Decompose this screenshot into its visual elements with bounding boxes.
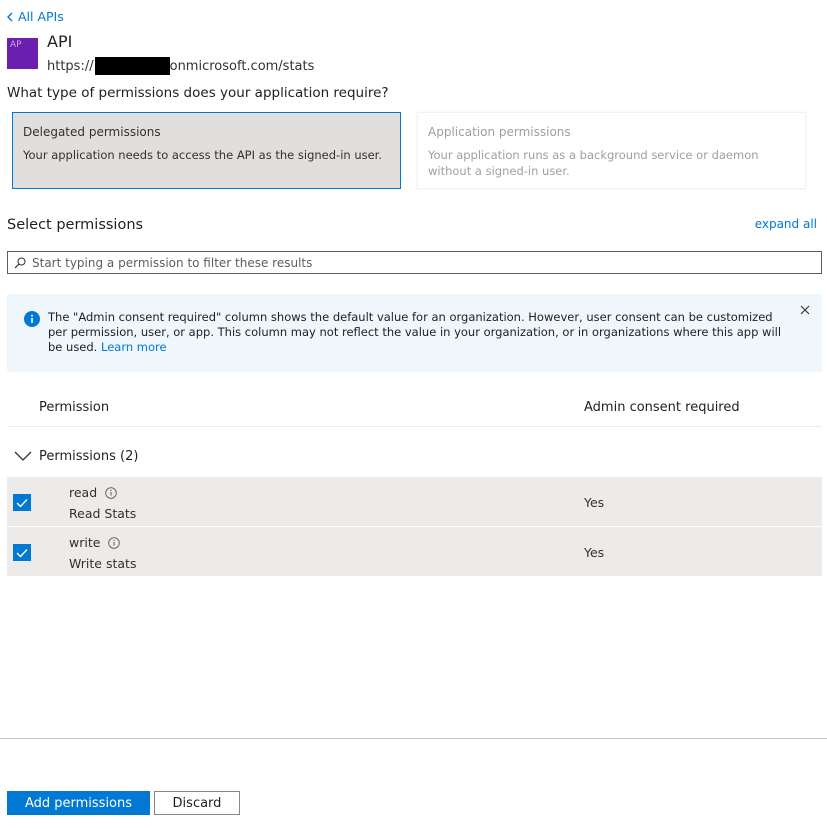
back-link-label: All APIs bbox=[18, 9, 64, 24]
api-url-prefix: https:// bbox=[47, 58, 94, 74]
permission-filter-input[interactable] bbox=[32, 255, 812, 270]
search-icon bbox=[14, 257, 26, 268]
application-permissions-card[interactable]: Application permissions Your application… bbox=[417, 112, 806, 189]
discard-button[interactable]: Discard bbox=[154, 791, 240, 815]
back-link-all-apis[interactable]: All APIs bbox=[6, 9, 64, 24]
select-permissions-heading: Select permissions bbox=[7, 217, 144, 233]
api-meta: API https:// onmicrosoft.com/stats bbox=[47, 33, 314, 75]
info-circle-icon[interactable] bbox=[105, 486, 117, 499]
checkmark-icon bbox=[16, 498, 28, 508]
delegated-permissions-description: Your application needs to access the API… bbox=[23, 148, 383, 162]
api-name: API bbox=[47, 32, 73, 51]
api-header: AP API https:// onmicrosoft.com/stats bbox=[7, 33, 314, 75]
permissions-group-label: Permissions (2) bbox=[39, 448, 139, 464]
learn-more-link[interactable]: Learn more bbox=[101, 340, 167, 354]
permissions-group-toggle[interactable]: Permissions (2) bbox=[7, 436, 822, 476]
footer-divider bbox=[0, 738, 827, 739]
application-permissions-description: Your application runs as a background se… bbox=[428, 148, 759, 178]
application-permissions-title: Application permissions bbox=[428, 125, 571, 139]
permissions-table-header: Permission Admin consent required bbox=[7, 393, 822, 427]
info-circle-icon[interactable] bbox=[108, 536, 121, 549]
admin-consent-value: Yes bbox=[584, 545, 605, 560]
info-icon bbox=[24, 311, 40, 327]
permission-type-question: What type of permissions does your appli… bbox=[7, 85, 389, 101]
permission-name: read bbox=[69, 485, 117, 500]
delegated-permissions-card[interactable]: Delegated permissions Your application n… bbox=[12, 112, 401, 189]
api-url-suffix: onmicrosoft.com/stats bbox=[169, 58, 315, 74]
admin-consent-value: Yes bbox=[584, 495, 605, 510]
api-url: https:// onmicrosoft.com/stats bbox=[47, 57, 314, 75]
close-icon[interactable] bbox=[800, 305, 810, 315]
admin-consent-info-bar: The "Admin consent required" column show… bbox=[7, 294, 822, 372]
delegated-permissions-title: Delegated permissions bbox=[23, 125, 161, 139]
table-row: write Write stats Yes bbox=[7, 527, 822, 576]
api-avatar: AP bbox=[7, 38, 38, 69]
add-permissions-button[interactable]: Add permissions bbox=[7, 791, 150, 815]
table-row: read Read Stats Yes bbox=[7, 477, 822, 526]
permission-description: Write stats bbox=[69, 556, 137, 571]
chevron-left-icon bbox=[7, 12, 13, 21]
redacted-block bbox=[94, 57, 170, 75]
column-header-permission: Permission bbox=[39, 400, 110, 415]
permission-filter[interactable] bbox=[7, 251, 822, 274]
write-permission-checkbox[interactable] bbox=[13, 544, 31, 561]
column-header-admin-consent: Admin consent required bbox=[584, 400, 740, 415]
permission-name-text: read bbox=[69, 485, 98, 500]
permission-description: Read Stats bbox=[69, 506, 137, 521]
expand-all-link[interactable]: expand all bbox=[755, 217, 817, 231]
permission-name-text: write bbox=[69, 535, 101, 550]
chevron-down-icon bbox=[14, 451, 32, 461]
checkmark-icon bbox=[16, 548, 28, 558]
permission-name: write bbox=[69, 535, 121, 550]
read-permission-checkbox[interactable] bbox=[13, 494, 31, 511]
